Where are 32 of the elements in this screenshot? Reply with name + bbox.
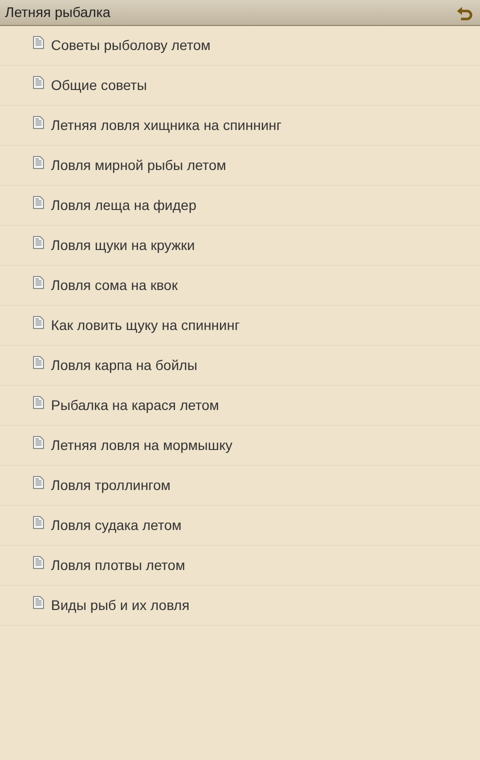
list-item[interactable]: Рыбалка на карася летом [0, 386, 480, 426]
back-icon[interactable] [456, 4, 474, 20]
document-icon [33, 396, 44, 409]
document-icon [33, 316, 44, 329]
document-icon [33, 236, 44, 249]
list-item[interactable]: Ловля мирной рыбы летом [0, 146, 480, 186]
list-item[interactable]: Летняя ловля хищника на спиннинг [0, 106, 480, 146]
document-icon [33, 36, 44, 49]
list-item[interactable]: Общие советы [0, 66, 480, 106]
list-item[interactable]: Ловля троллингом [0, 466, 480, 506]
list-item[interactable]: Советы рыболову летом [0, 26, 480, 66]
document-icon [33, 516, 44, 529]
document-icon [33, 476, 44, 489]
document-icon [33, 556, 44, 569]
document-icon [33, 76, 44, 89]
list-item[interactable]: Ловля леща на фидер [0, 186, 480, 226]
list-item[interactable]: Ловля щуки на кружки [0, 226, 480, 266]
document-icon [33, 196, 44, 209]
list-item[interactable]: Ловля судака летом [0, 506, 480, 546]
document-icon [33, 436, 44, 449]
list-item[interactable]: Ловля сома на квок [0, 266, 480, 306]
list-item[interactable]: Как ловить щуку на спиннинг [0, 306, 480, 346]
document-icon [33, 116, 44, 129]
list-item[interactable]: Виды рыб и их ловля [0, 586, 480, 626]
header-title: Летняя рыбалка [5, 3, 110, 22]
document-icon [33, 596, 44, 609]
list-item[interactable]: Ловля плотвы летом [0, 546, 480, 586]
document-icon [33, 156, 44, 169]
list-item[interactable]: Летняя ловля на мормышку [0, 426, 480, 466]
document-icon [33, 356, 44, 369]
list-item[interactable]: Ловля карпа на бойлы [0, 346, 480, 386]
document-icon [33, 276, 44, 289]
